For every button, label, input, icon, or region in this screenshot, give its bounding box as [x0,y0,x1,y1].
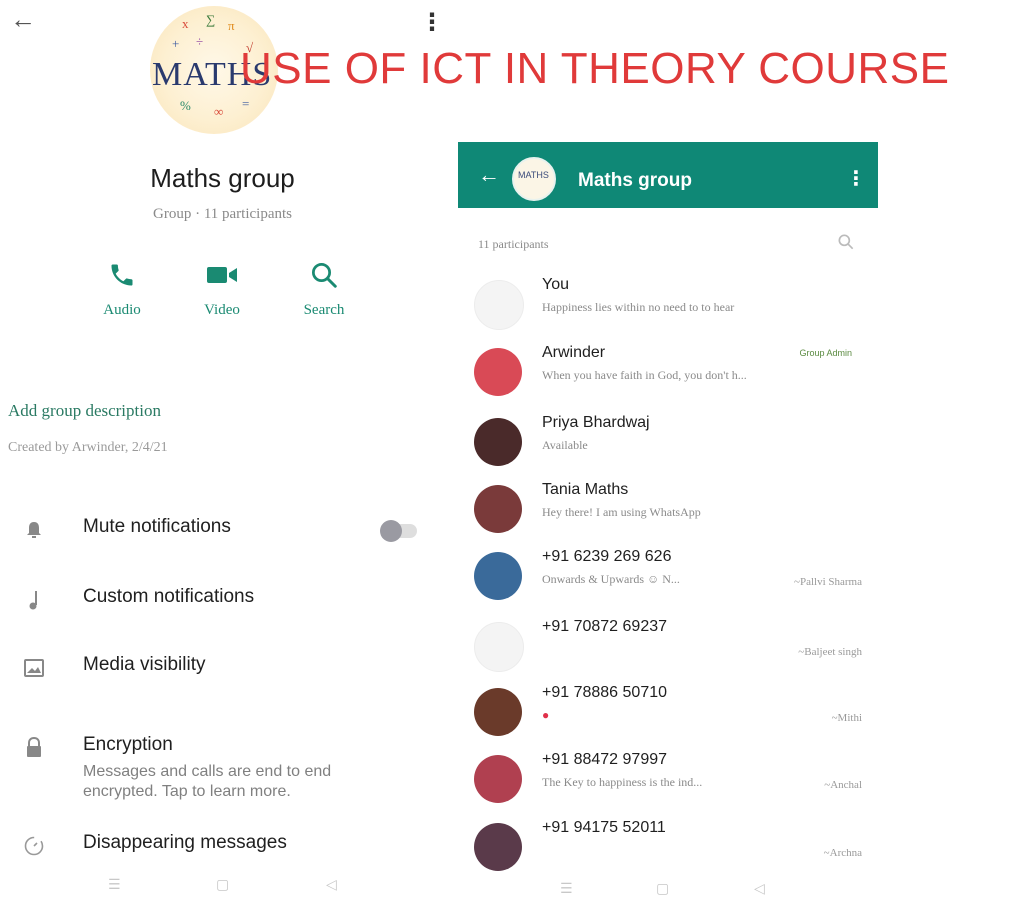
home-icon[interactable]: ▢ [656,880,669,897]
participant-name: +91 70872 69237 [542,618,668,635]
search-icon [284,258,364,292]
participant-row[interactable]: +91 88472 97997 The Key to happiness is t… [474,751,874,811]
search-button[interactable]: Search [284,258,364,319]
participant-name: Priya Bhardwaj [542,414,650,431]
video-call-button[interactable]: Video [182,258,262,319]
created-by-text: Created by Arwinder, 2/4/21 [8,440,168,455]
avatar[interactable] [474,280,524,330]
chat-header-title[interactable]: Maths group [578,170,692,192]
participant-pushname: ~Anchal [824,779,862,791]
participant-name: +91 6239 269 626 [542,548,672,565]
avatar[interactable] [474,418,522,466]
admin-badge: Group Admin [799,348,852,358]
media-visibility-label: Media visibility [83,654,206,675]
group-subtitle: Group · 11 participants [153,206,292,222]
timer-icon [20,832,48,860]
participant-status: When you have faith in God, you don't h.… [542,368,747,382]
participant-status: Hey there! I am using WhatsApp [542,505,701,519]
participant-row[interactable]: +91 78886 50710 ● ~Mithi [474,684,874,744]
phone-icon [82,258,162,292]
music-note-icon [20,586,48,614]
group-name: Maths group [150,163,295,193]
audio-label: Audio [103,302,141,318]
avatar[interactable] [474,485,522,533]
participant-status: ● [542,708,550,722]
lock-icon [20,734,48,762]
mute-notifications-label: Mute notifications [83,516,231,537]
participant-row[interactable]: +91 70872 69237 ~Baljeet singh [474,618,874,678]
mute-toggle-knob[interactable] [380,520,402,542]
search-icon[interactable] [836,232,856,257]
encryption-label: Encryption [83,734,173,755]
overflow-menu-icon[interactable]: ⋮ [420,8,444,37]
avatar[interactable] [474,755,522,803]
participant-row[interactable]: Tania Maths Hey there! I am using WhatsAp… [474,481,874,541]
video-label: Video [204,302,240,318]
participants-count: 11 participants [478,237,549,251]
participant-pushname: ~Archna [823,847,862,859]
avatar-small-text: MATHS [518,170,549,180]
avatar[interactable] [474,823,522,871]
custom-notifications-label: Custom notifications [83,586,255,607]
image-icon [20,654,48,682]
disappearing-messages-label: Disappearing messages [83,832,287,853]
search-label: Search [303,302,345,318]
recent-apps-icon[interactable]: ☰ [108,876,121,893]
avatar[interactable] [474,552,522,600]
participant-row[interactable]: +91 6239 269 626 Onwards & Upwards ☺ N...… [474,548,874,608]
participant-status: Available [542,438,588,452]
participant-pushname: ~Pallvi Sharma [794,576,862,588]
back-arrow-icon[interactable]: ← [10,4,36,35]
recent-apps-icon[interactable]: ☰ [560,880,573,897]
avatar[interactable] [474,688,522,736]
participant-status: Onwards & Upwards ☺ N... [542,572,680,586]
participant-row[interactable]: +91 94175 52011 ~Archna [474,819,874,879]
participant-status: The Key to happiness is the ind... [542,775,703,789]
participant-name: You [542,276,569,293]
encryption-row[interactable]: Encryption Messages and calls are end to… [20,734,430,800]
participant-row[interactable]: You Happiness lies within no need to to h… [474,276,874,336]
participant-name: +91 88472 97997 [542,751,668,768]
participant-row[interactable]: Arwinder When you have faith in God, you … [474,344,874,404]
participant-name: Arwinder [542,344,606,361]
participant-name: Tania Maths [542,481,629,498]
avatar[interactable] [474,622,524,672]
participant-pushname: ~Baljeet singh [798,646,862,658]
bell-icon [20,516,48,544]
audio-call-button[interactable]: Audio [82,258,162,319]
overlay-title: USE OF ICT IN THEORY COURSE [240,44,950,93]
back-nav-icon[interactable]: ◁ [326,876,337,893]
home-icon[interactable]: ▢ [216,876,229,893]
participant-status: Happiness lies within no need to to hear [542,300,735,314]
video-camera-icon [182,258,262,292]
participant-row[interactable]: Priya Bhardwaj Available [474,414,874,474]
avatar[interactable] [474,348,522,396]
participant-name: +91 78886 50710 [542,684,668,701]
participant-name: +91 94175 52011 [542,819,666,836]
back-nav-icon[interactable]: ◁ [754,880,765,897]
back-arrow-icon[interactable]: ← [478,162,500,188]
encryption-description: Messages and calls are end to end encryp… [83,763,332,800]
add-group-description-link[interactable]: Add group description [8,401,161,421]
participant-pushname: ~Mithi [831,712,862,724]
overflow-menu-icon[interactable]: ⋮ [846,166,866,191]
